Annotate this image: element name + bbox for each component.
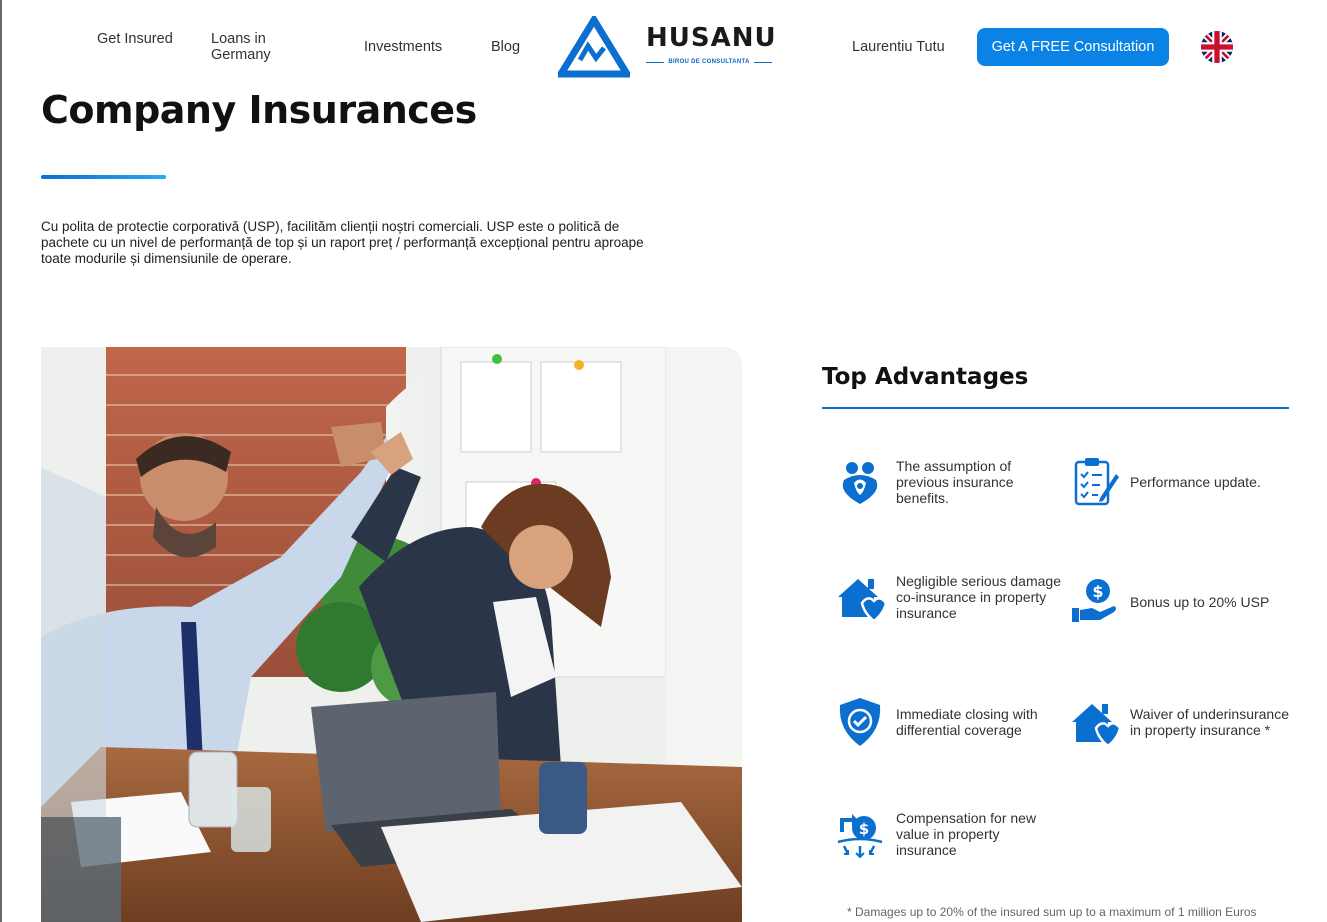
advantage-label: Bonus up to 20% USP (1130, 594, 1270, 610)
site-logo[interactable]: HUSANU BIROU DE CONSULTANTA (558, 16, 776, 78)
logo-tagline: BIROU DE CONSULTANTA (646, 59, 772, 65)
nav-loans-in-germany[interactable]: Loans in Germany (211, 31, 311, 63)
free-consultation-button[interactable]: Get A FREE Consultation (977, 28, 1169, 66)
advantage-label: Waiver of underinsurance in property ins… (1130, 706, 1290, 738)
money-cycle-icon: $ (837, 814, 883, 859)
page-title: Company Insurances (41, 88, 477, 132)
house-heart-icon (838, 579, 886, 623)
nav-investments[interactable]: Investments (364, 39, 442, 55)
advantage-label: Immediate closing with differential cove… (896, 706, 1038, 738)
page-border (0, 0, 2, 922)
svg-text:$: $ (1092, 582, 1103, 601)
family-heart-icon (842, 462, 878, 504)
advantage-label: Compensation for new value in property i… (896, 810, 1037, 858)
clipboard-checklist-icon (1074, 458, 1119, 506)
shield-check-icon (839, 698, 881, 746)
advantage-item: Performance update. (1068, 456, 1298, 508)
title-underline (41, 175, 166, 179)
nav-blog[interactable]: Blog (491, 39, 520, 55)
advantage-item: Negligible serious damage co-insurance i… (834, 571, 1064, 623)
advantages-divider (822, 407, 1289, 409)
advantage-item: The assumption of previous insurance ben… (834, 456, 1064, 508)
office-high-five-photo (41, 347, 742, 922)
nav-get-insured[interactable]: Get Insured (97, 31, 187, 47)
house-heart-icon (1072, 704, 1120, 748)
hand-dollar-icon: $ (1072, 579, 1116, 622)
uk-flag-icon[interactable] (1201, 31, 1233, 63)
advantage-label: Performance update. (1130, 474, 1261, 490)
advantages-footnote: * Damages up to 20% of the insured sum u… (847, 905, 1257, 919)
advantages-heading: Top Advantages (822, 364, 1029, 390)
nav-user-name[interactable]: Laurentiu Tutu (852, 39, 945, 55)
advantage-item: $ Bonus up to 20% USP (1068, 576, 1298, 628)
advantage-item: Immediate closing with differential cove… (834, 696, 1064, 748)
advantage-label: Negligible serious damage co-insurance i… (896, 573, 1061, 621)
advantage-label: The assumption of previous insurance ben… (896, 458, 1014, 506)
advantage-item: $ Compensation for new value in property… (834, 808, 1064, 860)
svg-text:$: $ (859, 820, 869, 838)
logo-wordmark: HUSANU (646, 23, 777, 53)
mountain-logo-icon (558, 16, 630, 78)
intro-paragraph: Cu polita de protectie corporativă (USP)… (41, 219, 644, 266)
advantage-item: Waiver of underinsurance in property ins… (1068, 696, 1298, 748)
